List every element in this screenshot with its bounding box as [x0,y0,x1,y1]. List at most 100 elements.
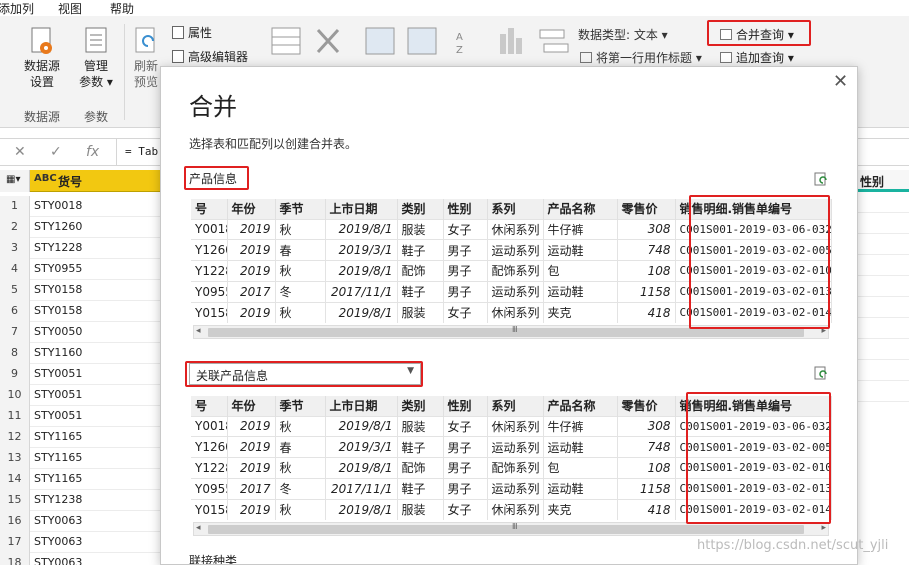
grid-rows: 1 STY0018 2 STY1260 3 STY1228 4 STY0955 5 STY0158… [0,196,160,565]
scroll-right-icon[interactable]: ▸ [821,523,826,533]
scroll-grip-icon: Ⅲ [512,325,518,334]
grid-row[interactable]: 18 STY0063 [0,553,160,565]
datasource-settings-button[interactable]: 数据源 设置 [20,26,64,90]
row-number: 4 [0,259,30,280]
table2-scrollbar[interactable]: ◂ Ⅲ ▸ [193,522,829,536]
manage-params-button[interactable]: 管理 参数 ▾ [76,26,116,90]
grid-row[interactable]: 2 STY1260 [0,217,160,238]
right-column-header[interactable]: 性别 [858,170,909,192]
cell-value[interactable]: STY0955 [34,262,82,275]
scroll-left-icon[interactable]: ◂ [196,326,201,336]
grid-row[interactable]: 7 STY0050 [0,322,160,343]
table-cell: 鞋子 [397,436,444,458]
grid-row[interactable]: 9 STY0051 [0,364,160,385]
column-header[interactable]: 零售价 [617,199,676,219]
column-header[interactable]: 性别 [443,396,488,416]
table-cell: 夹克 [543,301,618,323]
datasource-settings-icon [31,27,52,54]
cell-value[interactable]: STY0051 [34,409,82,422]
cell-value[interactable]: STY0158 [34,304,82,317]
refresh-icon[interactable] [813,171,829,187]
grid-row[interactable]: 11 STY0051 [0,406,160,427]
grid-row[interactable]: 1 STY0018 [0,196,160,217]
cell-value[interactable]: STY1160 [34,346,82,359]
column-header[interactable]: ▦▾ ABC 货号 [0,170,160,192]
column-header[interactable]: 类别 [397,396,444,416]
column-header[interactable]: 季节 [275,396,326,416]
row-number: 17 [0,532,30,553]
column-header[interactable]: 年份 [227,396,276,416]
grid-row[interactable]: 14 STY1165 [0,469,160,490]
grid-row[interactable]: 13 STY1165 [0,448,160,469]
column-header[interactable]: 上市日期 [325,199,398,219]
cell-value[interactable]: STY0063 [34,556,82,565]
confirm-formula-icon[interactable]: ✓ [50,144,62,160]
scroll-thumb[interactable] [208,525,804,534]
grid-row[interactable]: 16 STY0063 [0,511,160,532]
row-number: 14 [0,469,30,490]
table-menu-icon[interactable]: ▦▾ [0,170,30,192]
advanced-editor-button[interactable]: 高级编辑器 [172,48,248,65]
grid-row[interactable]: 4 STY0955 [0,259,160,280]
column-header[interactable]: 类别 [397,199,444,219]
close-icon[interactable]: ✕ [833,71,848,92]
column-header[interactable]: 系列 [487,199,544,219]
cancel-formula-icon[interactable]: ✕ [14,144,26,160]
column-header[interactable]: 性别 [443,199,488,219]
grid-row[interactable]: 5 STY0158 [0,280,160,301]
formula-input[interactable]: = Tab [116,139,166,165]
grid-row[interactable]: 6 STY0158 [0,301,160,322]
grid-row[interactable]: 15 STY1238 [0,490,160,511]
table-cell: 2019 [227,239,276,261]
data-type-select[interactable]: 数据类型: 文本 ▾ [578,26,668,43]
append-queries-button[interactable]: 追加查询 ▾ [720,49,794,66]
row-number: 16 [0,511,30,532]
grid-row[interactable]: 3 STY1228 [0,238,160,259]
grid-row[interactable]: 17 STY0063 [0,532,160,553]
column-header[interactable]: 季节 [275,199,326,219]
column-header[interactable]: 产品名称 [543,396,618,416]
table-cell: 服装 [397,218,444,240]
cell-value[interactable]: STY1238 [34,493,82,506]
scroll-thumb[interactable] [208,328,804,337]
grid-row[interactable]: 12 STY1165 [0,427,160,448]
join-kind-label: 联接种类 [189,554,238,565]
text-type-icon[interactable]: ABC [34,173,57,184]
refresh-preview-button[interactable]: 刷新 预览 [130,26,162,90]
menu-view[interactable]: 视图 [58,0,82,17]
refresh-icon[interactable] [813,365,829,381]
cell-value[interactable]: STY0051 [34,388,82,401]
grid-row[interactable]: 8 STY1160 [0,343,160,364]
cell-value[interactable]: STY1165 [34,430,82,443]
cell-value[interactable]: STY0158 [34,283,82,296]
cell-value[interactable]: STY0051 [34,367,82,380]
cell-value[interactable]: STY0063 [34,514,82,527]
column-header[interactable]: 系列 [487,396,544,416]
cell-value[interactable]: STY1165 [34,472,82,485]
cell-value[interactable]: STY1165 [34,451,82,464]
column-header[interactable]: 号 [191,199,228,219]
cell-value[interactable]: STY1260 [34,220,82,233]
column-header[interactable]: 上市日期 [325,396,398,416]
table-cell: 男子 [443,457,488,479]
properties-button[interactable]: 属性 [172,24,212,41]
datasource-settings-label: 数据源 设置 [23,59,60,89]
properties-label: 属性 [188,26,213,40]
column-header[interactable]: 号 [191,396,228,416]
menu-add-column[interactable]: 添加列 [0,0,34,17]
column-header[interactable]: 产品名称 [543,199,618,219]
table1-label-highlight [184,166,249,190]
scroll-left-icon[interactable]: ◂ [196,523,201,533]
menu-help[interactable]: 帮助 [110,0,134,17]
column-header[interactable]: 年份 [227,199,276,219]
cell-value[interactable]: STY1228 [34,241,82,254]
cell-value[interactable]: STY0063 [34,535,82,548]
cell-value[interactable]: STY0018 [34,199,82,212]
column-header[interactable]: 零售价 [617,396,676,416]
table-cell: 1158 [617,280,676,303]
grid-row[interactable]: 10 STY0051 [0,385,160,406]
table-cell: 休闲系列 [487,218,544,240]
cell-value[interactable]: STY0050 [34,325,82,338]
fx-icon[interactable]: fx [86,144,99,160]
first-row-header-button[interactable]: 将第一行用作标题 ▾ [580,49,702,66]
